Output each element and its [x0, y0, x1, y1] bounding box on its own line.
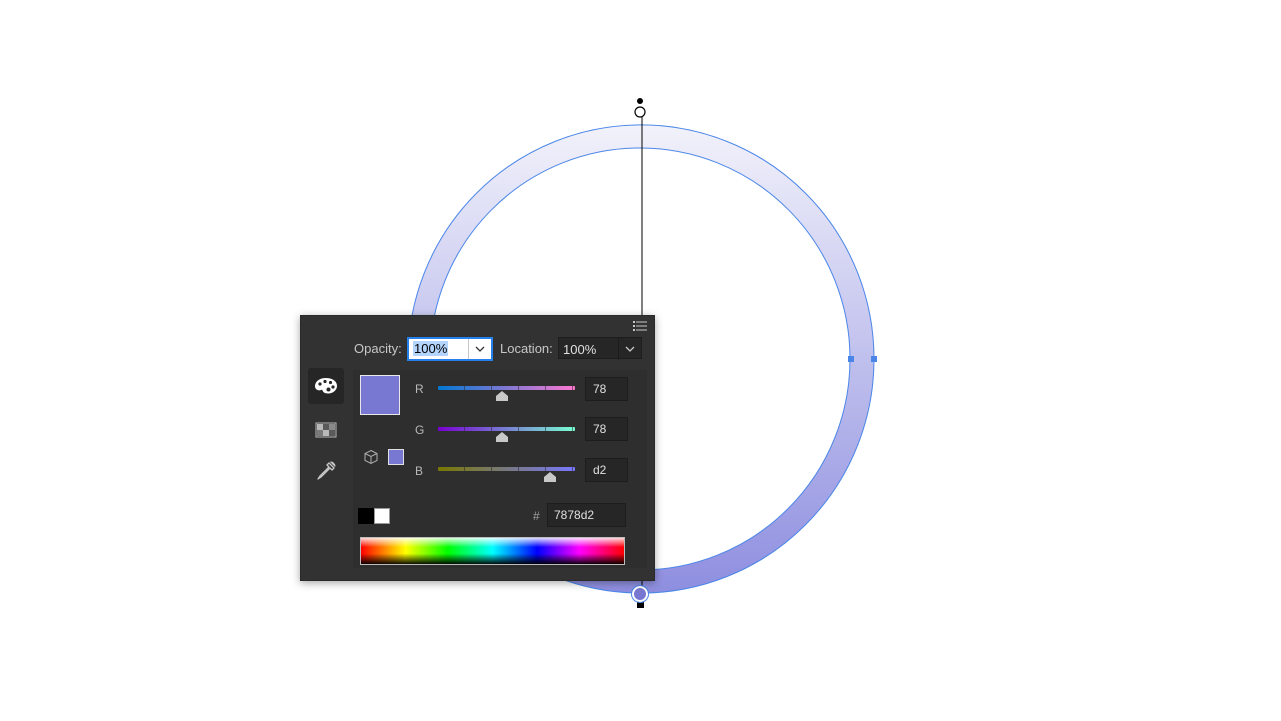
green-slider-track[interactable] — [438, 427, 575, 431]
red-value-field[interactable] — [585, 377, 628, 401]
eyedropper-button[interactable] — [308, 453, 344, 489]
green-channel-label: G — [415, 423, 425, 437]
blue-channel-label: B — [415, 464, 424, 478]
current-color-swatch[interactable] — [360, 375, 400, 415]
panel-menu-icon[interactable] — [633, 320, 647, 332]
gradient-color-panel: Opacity: 100% Location: 100% R 78 G 78 B… — [300, 315, 655, 581]
gradient-start-stop[interactable] — [634, 106, 646, 118]
color-palette-icon — [315, 378, 337, 394]
cube-icon[interactable] — [363, 449, 379, 468]
chevron-down-icon — [475, 346, 485, 352]
blue-slider-track[interactable] — [438, 467, 575, 471]
black-swatch[interactable] — [358, 508, 374, 524]
opacity-label: Opacity: — [354, 341, 402, 356]
location-combobox[interactable] — [558, 337, 642, 360]
eyedropper-icon — [317, 461, 336, 480]
red-channel-label: R — [415, 382, 424, 396]
swatches-grid-icon — [315, 422, 337, 438]
chevron-down-icon — [625, 346, 635, 352]
opacity-combobox[interactable]: 100% — [407, 337, 493, 361]
hex-value-field[interactable] — [547, 503, 626, 527]
white-swatch[interactable] — [374, 508, 390, 524]
red-slider-thumb[interactable] — [496, 391, 509, 401]
anchor-point-right-outer[interactable] — [871, 356, 877, 362]
location-input[interactable] — [559, 338, 619, 360]
color-spectrum[interactable] — [360, 537, 625, 565]
red-slider-track[interactable] — [438, 386, 575, 390]
opacity-value: 100% — [413, 341, 449, 356]
opacity-input[interactable]: 100% — [409, 339, 469, 361]
web-safe-color-swatch[interactable] — [388, 449, 404, 465]
hash-label: # — [533, 509, 540, 523]
gradient-angle-handle[interactable] — [637, 98, 643, 104]
swatches-mode-button[interactable] — [308, 412, 344, 448]
location-dropdown-button[interactable] — [618, 338, 641, 360]
color-mode-button[interactable] — [308, 368, 344, 404]
gradient-end-stop[interactable] — [632, 586, 648, 602]
blue-slider-thumb[interactable] — [544, 472, 557, 482]
location-label: Location: — [500, 341, 553, 356]
green-value-field[interactable] — [585, 417, 628, 441]
blue-value-field[interactable] — [585, 458, 628, 482]
opacity-dropdown-button[interactable] — [468, 339, 491, 359]
green-slider-thumb[interactable] — [496, 432, 509, 442]
anchor-point-right-inner[interactable] — [848, 356, 854, 362]
